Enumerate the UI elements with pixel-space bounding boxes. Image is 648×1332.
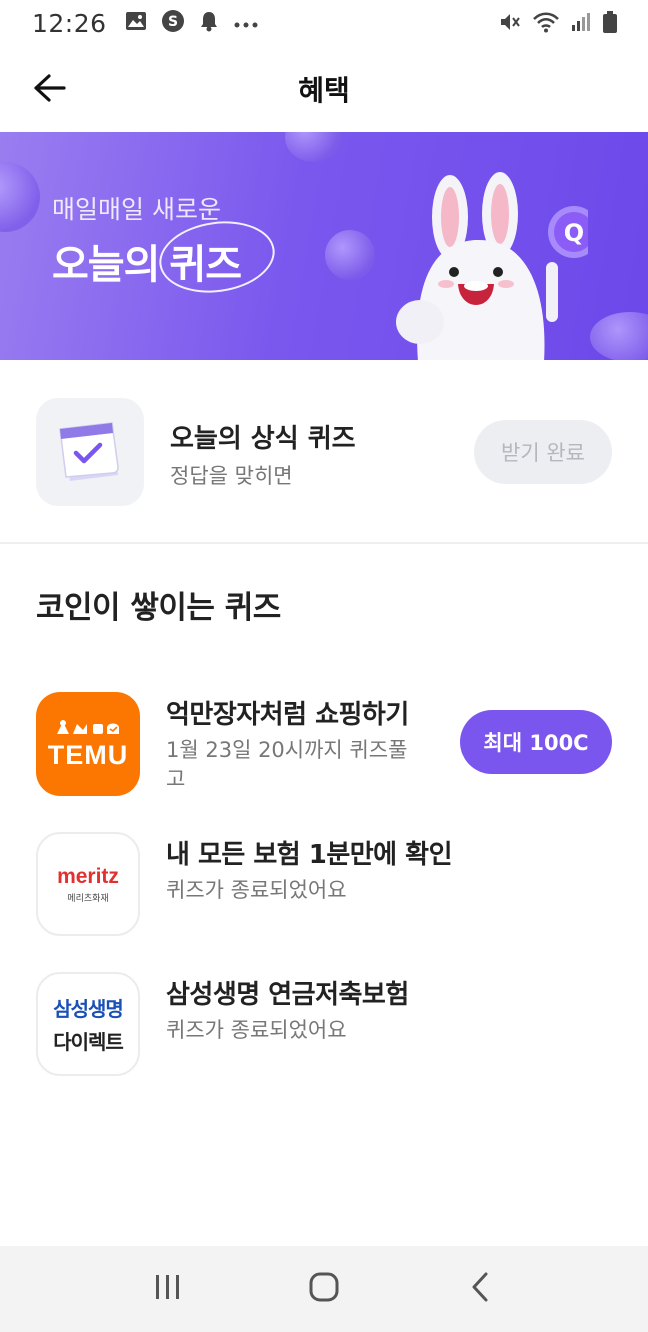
status-bar: 12:26 S xyxy=(0,0,648,46)
svg-text:S: S xyxy=(168,14,178,30)
banner-title: 오늘의 퀴즈 xyxy=(52,232,242,290)
quiz-banner[interactable]: 매일매일 새로운 오늘의 퀴즈 Q xyxy=(0,132,648,360)
section-title: 코인이 쌓이는 퀴즈 xyxy=(36,590,281,626)
recent-apps-button[interactable] xyxy=(138,1259,198,1319)
samsung-logo-line1: 삼성생명 xyxy=(53,997,124,1021)
calendar-check-icon xyxy=(52,415,128,489)
temu-logo: TEMU xyxy=(36,692,140,796)
quiz-subtitle: 퀴즈가 종료되었어요 xyxy=(166,878,347,902)
temu-shapes-icon xyxy=(57,719,119,734)
bell-icon xyxy=(199,10,219,36)
banner-title-highlight: 퀴즈 xyxy=(169,232,242,290)
daily-quiz-thumbnail xyxy=(36,398,144,506)
svg-text:Q: Q xyxy=(564,219,584,247)
reward-received-button[interactable]: 받기 완료 xyxy=(474,420,612,484)
decorative-coin xyxy=(590,312,648,360)
banner-title-prefix: 오늘의 xyxy=(52,242,160,288)
decorative-coin xyxy=(285,132,341,162)
temu-logo-text: TEMU xyxy=(47,739,129,770)
daily-quiz-row[interactable]: 오늘의 상식 퀴즈 정답을 맞히면 받기 완료 xyxy=(0,360,648,544)
quiz-item-samsung-life[interactable]: 삼성생명 다이렉트 삼성생명 연금저축보험 퀴즈가 종료되었어요 xyxy=(0,972,648,1082)
back-nav-button[interactable] xyxy=(450,1259,510,1319)
bunny-mascot-icon: Q xyxy=(396,172,588,360)
gallery-icon xyxy=(125,11,147,35)
signal-icon xyxy=(570,11,592,37)
status-time: 12:26 xyxy=(32,8,107,38)
quiz-title: 삼성생명 연금저축보험 xyxy=(166,980,409,1010)
quiz-item-meritz[interactable]: meritz 메리츠화재 내 모든 보험 1분만에 확인 퀴즈가 종료되었어요 xyxy=(0,832,648,942)
system-nav-bar xyxy=(0,1246,648,1332)
quiz-subtitle: 퀴즈가 종료되었어요 xyxy=(166,1018,347,1042)
meritz-logo-subtext: 메리츠화재 xyxy=(67,893,109,904)
daily-quiz-subtitle: 정답을 맞히면 xyxy=(170,464,293,488)
quiz-title: 억만장자처럼 쇼핑하기 xyxy=(166,700,409,730)
banner-subtitle: 매일매일 새로운 xyxy=(52,195,221,224)
daily-quiz-title: 오늘의 상식 퀴즈 xyxy=(170,424,356,454)
mute-icon xyxy=(498,10,522,38)
page-title: 혜택 xyxy=(298,74,350,107)
samsung-logo-line2: 다이렉트 xyxy=(53,1030,124,1054)
meritz-logo-text: meritz xyxy=(57,864,119,888)
quiz-subtitle-line1: 1월 23일 20시까지 퀴즈풀 xyxy=(166,738,408,762)
max-reward-button[interactable]: 최대 100C xyxy=(460,710,612,774)
arrow-left-icon xyxy=(33,73,67,107)
status-right-icons xyxy=(498,10,618,38)
decorative-coin xyxy=(0,162,40,232)
back-nav-icon xyxy=(469,1271,491,1307)
more-dots-icon xyxy=(233,14,259,33)
decorative-coin xyxy=(325,230,375,280)
back-button[interactable] xyxy=(28,68,72,112)
wifi-icon xyxy=(532,11,560,37)
battery-icon xyxy=(602,10,618,38)
s-app-icon: S xyxy=(161,9,185,37)
quiz-title: 내 모든 보험 1분만에 확인 xyxy=(166,840,453,870)
recent-apps-icon xyxy=(153,1273,183,1305)
app-bar: 혜택 xyxy=(0,46,648,132)
home-button[interactable] xyxy=(294,1259,354,1319)
meritz-logo: meritz 메리츠화재 xyxy=(36,832,140,936)
home-icon xyxy=(308,1271,340,1307)
quiz-item-temu[interactable]: TEMU 억만장자처럼 쇼핑하기 1월 23일 20시까지 퀴즈풀 고 최대 1… xyxy=(0,692,648,802)
samsung-life-logo: 삼성생명 다이렉트 xyxy=(36,972,140,1076)
quiz-subtitle-line2: 고 xyxy=(166,767,186,791)
quiz-subtitle: 1월 23일 20시까지 퀴즈풀 고 xyxy=(166,736,407,794)
status-left-icons: S xyxy=(125,9,259,37)
